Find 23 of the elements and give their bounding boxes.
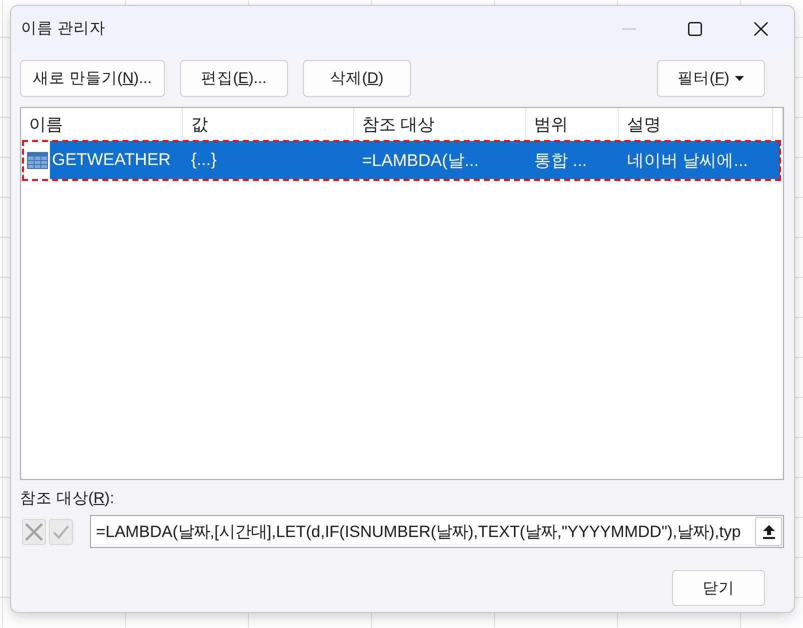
table-cell-text: 통합 ... — [533, 150, 588, 172]
filter-dropdown-button[interactable]: 필터(F) — [657, 60, 765, 97]
column-header[interactable]: 설명 — [619, 108, 773, 140]
field-label: 참조 대상(R): — [20, 489, 114, 506]
table-cell-text: GETWEATHER — [51, 149, 172, 171]
column-header[interactable]: 참조 대상 — [354, 108, 526, 140]
reference-field[interactable]: =LAMBDA(날짜,[시간대],LET(d,IF(ISNUMBER(날짜),TEXT(날짜,"YYYYMMDD"),날짜),typ — [90, 515, 784, 548]
collapse-dialog-button[interactable] — [755, 517, 782, 546]
caret-icon — [735, 76, 744, 81]
window-title: 이름 관리자 — [21, 19, 106, 39]
toolbar-button[interactable]: 삭제(D) — [302, 60, 411, 97]
toolbar-button[interactable]: 편집(E)... — [180, 60, 288, 97]
column-header[interactable]: 값 — [183, 108, 354, 140]
column-header[interactable]: 범위 — [526, 108, 619, 140]
table-icon — [27, 152, 48, 168]
table-cell-text: 네이버 날씨에... — [626, 150, 749, 172]
arrow-up-icon — [762, 524, 774, 538]
toolbar-button[interactable]: 새로 만들기(N)... — [20, 60, 165, 97]
table-cell-text: {...} — [190, 149, 218, 171]
list-row[interactable]: GETWEATHER {...} =LAMBDA(날... 통합 ... 네이버 날씨에... — [50, 141, 780, 179]
table-cell-text: =LAMBDA(날... — [361, 150, 480, 172]
column-header[interactable]: 이름 — [21, 108, 183, 140]
close-dialog-button[interactable]: 닫기 — [672, 570, 765, 606]
